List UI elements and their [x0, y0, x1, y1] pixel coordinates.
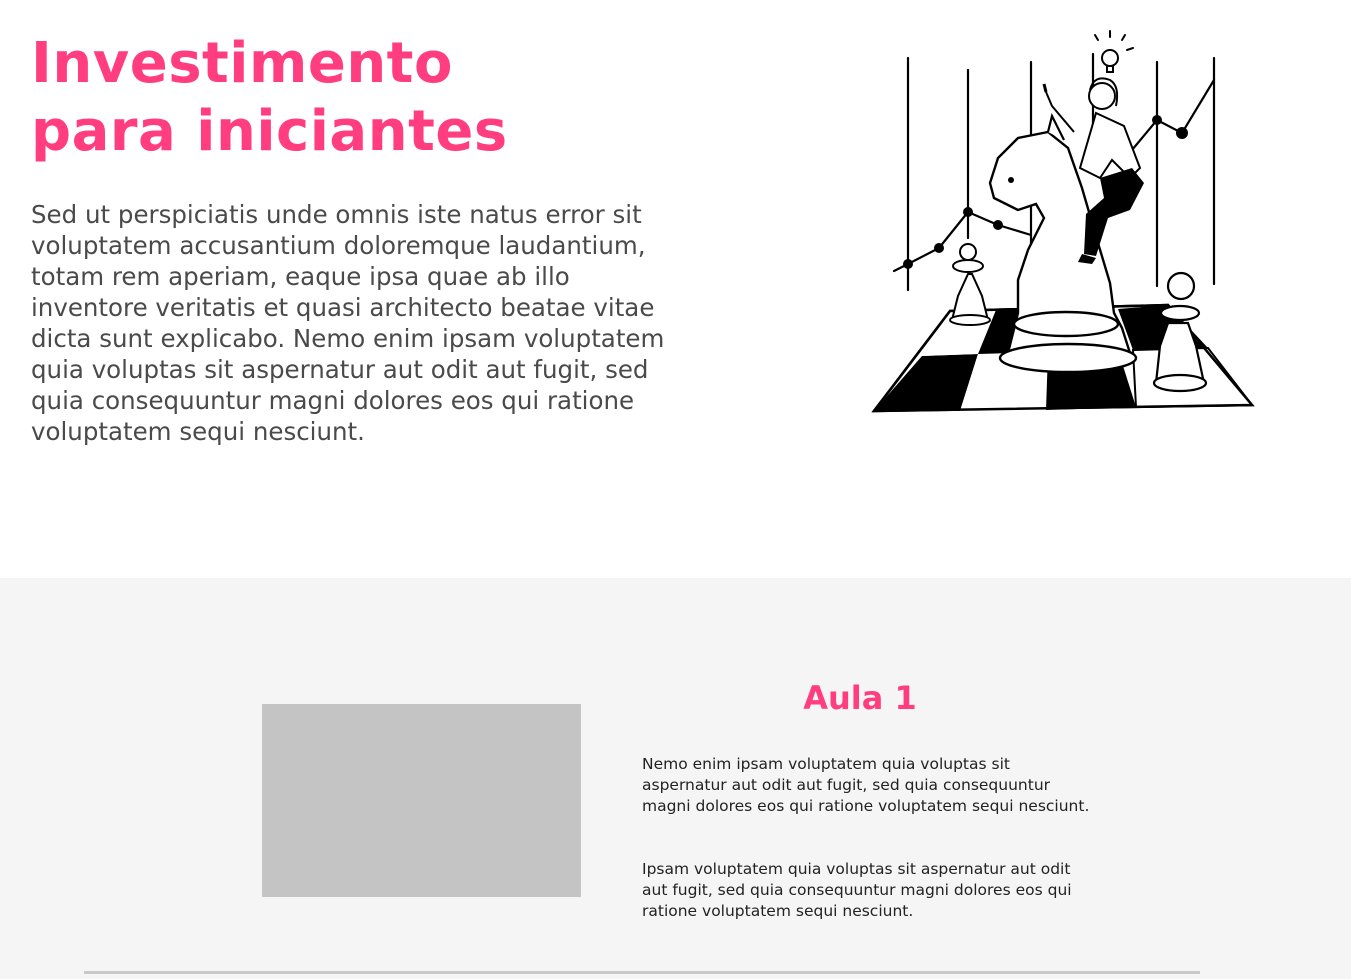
hero-title: Investimento para iniciantes: [31, 30, 508, 166]
lesson-paragraph-1: Nemo enim ipsam voluptatem quia voluptas…: [642, 755, 1090, 815]
video-placeholder[interactable]: [262, 704, 581, 897]
hero-title-line-2: para iniciantes: [31, 99, 508, 164]
hero-title-line-1: Investimento: [31, 31, 453, 96]
hero-section: Investimento para iniciantes Sed ut pers…: [0, 0, 1351, 578]
lesson-section: Aula 1 Nemo enim ipsam voluptatem quia v…: [0, 578, 1351, 979]
hero-description: Sed ut perspiciatis unde omnis iste natu…: [31, 200, 665, 446]
section-divider: [84, 971, 1200, 974]
lesson-paragraph-2: Ipsam voluptatem quia voluptas sit asper…: [642, 860, 1072, 920]
lesson-title: Aula 1: [803, 679, 917, 717]
chess-knight-rider-illustration: [871, 30, 1255, 413]
